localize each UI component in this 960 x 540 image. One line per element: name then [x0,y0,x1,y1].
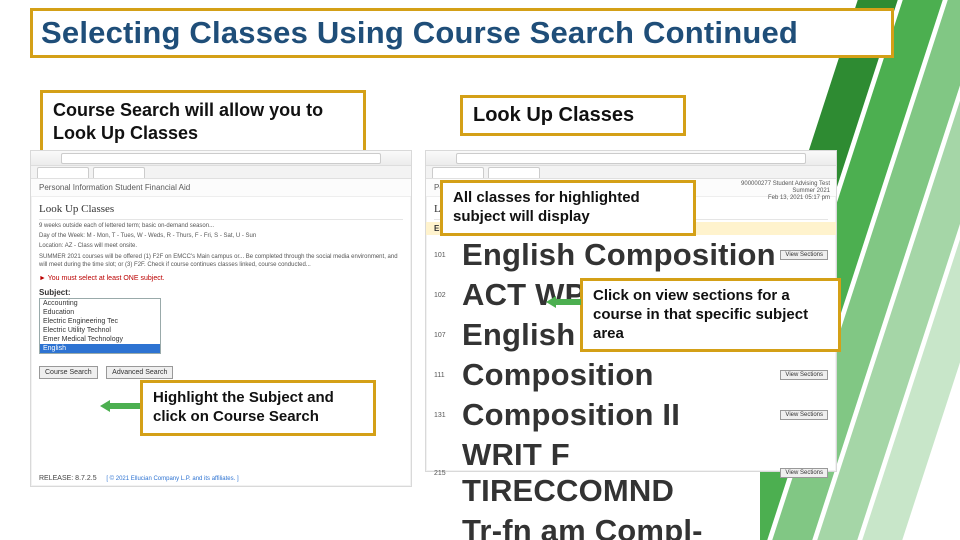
subject-option[interactable]: English [40,344,160,353]
breadcrumb: Personal Information Student Financial A… [31,179,411,197]
subject-option[interactable]: Accounting [40,299,160,308]
course-title: English Composition [462,237,780,273]
course-row: 131Composition IIView Sections [426,395,836,435]
browser-chrome [426,151,836,166]
subject-option[interactable]: Electric Utility Technol [40,326,160,335]
course-title: Composition [462,357,780,393]
slide-title: Selecting Classes Using Course Search Co… [41,15,883,51]
view-sections-button[interactable]: View Sections [780,410,828,420]
subject-label: Subject: [31,286,411,297]
callout-lookup: Look Up Classes [460,95,686,136]
release-label: RELEASE: 8.7.2.5 [39,475,97,482]
subject-option[interactable]: Education [40,308,160,317]
callout-highlight-subject: Highlight the Subject and click on Cours… [140,380,376,436]
view-sections-button[interactable]: View Sections [780,370,828,380]
footer: RELEASE: 8.7.2.5 [ © 2021 Ellucian Compa… [39,475,239,482]
callout-view-sections: Click on view sections for a course in t… [580,278,841,352]
summer-blurb: SUMMER 2021 courses will be offered (1) … [31,251,411,271]
course-row: 111CompositionView Sections [426,355,836,395]
subject-option[interactable]: Emer Medical Technology [40,335,160,344]
footer-text: © 2021 Ellucian Company L.P. and its aff… [110,476,236,482]
required-subject-note: ► You must select at least ONE subject. [31,271,411,286]
page-heading: Look Up Classes [31,197,411,217]
course-row: 216Tr-fn am Compl-Entry T. p. 2View Sect… [426,511,836,540]
term-line: 9 weeks outside each of lettered term; b… [31,222,411,232]
course-title: WRIT F TIRECCOMND [462,437,780,509]
browser-chrome [31,151,411,166]
course-code: 101 [434,252,462,259]
course-code: 107 [434,332,462,339]
course-code: 111 [434,372,462,379]
browser-tabs [31,166,411,179]
course-code: 131 [434,412,462,419]
course-code: 102 [434,292,462,299]
course-row: 101English CompositionView Sections [426,235,836,275]
course-search-button[interactable]: Course Search [39,366,98,379]
callout-intro: Course Search will allow you to Look Up … [40,90,366,153]
location-line: Location: AZ - Class will meet onsite. [31,242,411,252]
callout-classes-display: All classes for highlighted subject will… [440,180,696,236]
browser-tabs [426,166,836,179]
course-code: 215 [434,470,462,477]
subject-option[interactable]: Electric Engineering Tec [40,317,160,326]
advanced-search-button[interactable]: Advanced Search [106,366,173,379]
day-of-week-legend: Day of the Week: M - Mon, T - Tues, W - … [31,232,411,242]
course-title: Tr-fn am Compl-Entry T. p. 2 [462,513,780,540]
course-row: 215WRIT F TIRECCOMNDView Sections [426,435,836,511]
view-sections-button[interactable]: View Sections [780,468,828,478]
subject-select[interactable]: AccountingEducationElectric Engineering … [39,298,161,354]
user-info: 900000277 Student Advising Test Summer 2… [741,181,830,203]
title-container: Selecting Classes Using Course Search Co… [30,8,894,58]
course-title: Composition II [462,397,780,433]
screenshot-course-search: Personal Information Student Financial A… [30,150,412,487]
view-sections-button[interactable]: View Sections [780,250,828,260]
